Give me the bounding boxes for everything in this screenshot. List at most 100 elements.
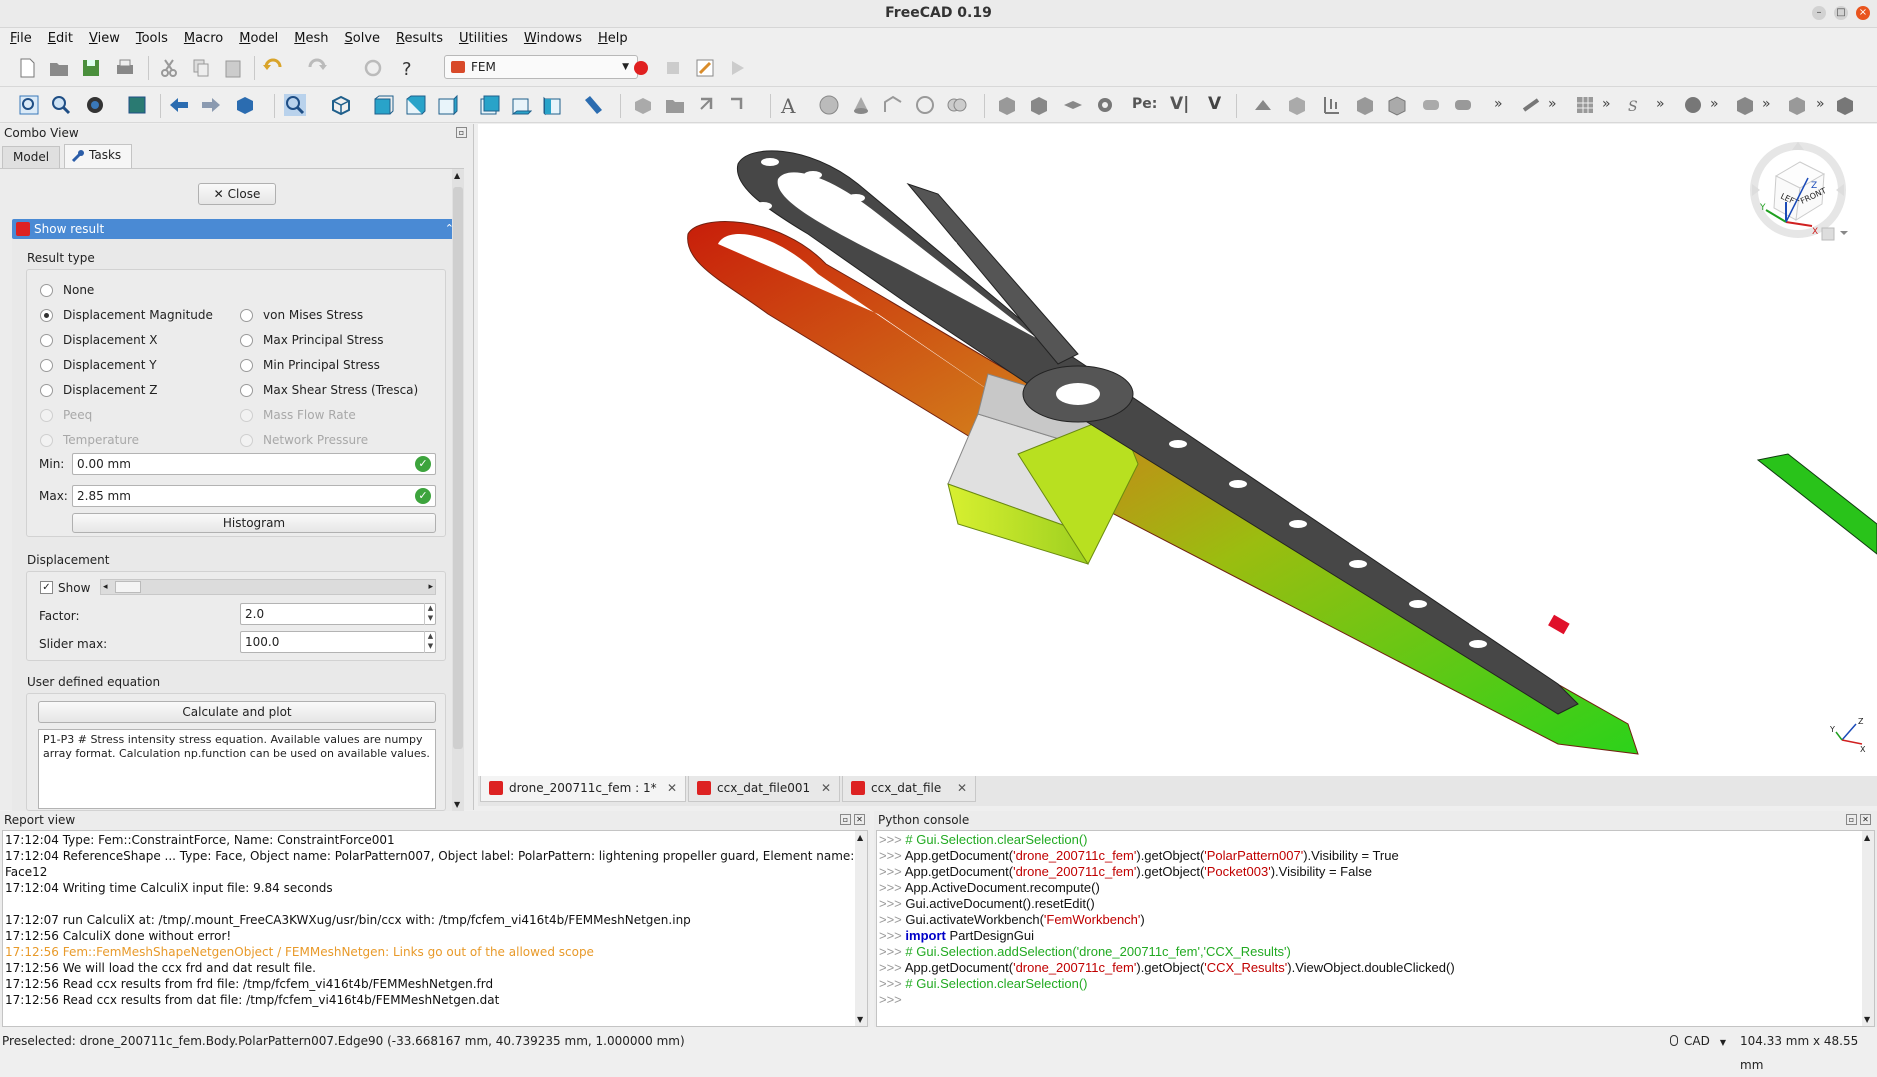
console-scrollbar[interactable]: ▲ ▼ [1862, 831, 1874, 1026]
equation-textarea[interactable]: P1-P3 # Stress intensity stress equation… [38, 729, 436, 809]
constraint-fixed-icon[interactable] [1252, 94, 1274, 116]
plate-icon[interactable] [1062, 94, 1084, 116]
fit-all-icon[interactable] [18, 94, 40, 116]
link-actions-icon[interactable] [726, 94, 748, 116]
new-file-icon[interactable] [16, 57, 38, 79]
maximize-icon[interactable]: □ [1834, 6, 1848, 20]
cut-icon[interactable] [158, 57, 180, 79]
undock-icon[interactable]: ▫ [1846, 814, 1857, 825]
view-top-icon[interactable] [404, 94, 426, 116]
close-tab-icon[interactable]: ✕ [667, 776, 677, 800]
mesh-icon[interactable] [1028, 94, 1050, 116]
radio-displacement-x[interactable]: Displacement X [40, 333, 158, 347]
radio-none[interactable]: None [40, 283, 94, 297]
menu-results[interactable]: Results [386, 28, 449, 46]
stop-macro-icon[interactable] [662, 57, 684, 79]
v-label[interactable]: V [1208, 94, 1221, 114]
undo-icon[interactable] [262, 57, 284, 79]
solver-link-icon[interactable] [1520, 94, 1542, 116]
histogram-button[interactable]: Histogram [72, 513, 436, 533]
max-field[interactable]: 2.85 mm [72, 485, 436, 507]
menu-edit[interactable]: Edit [38, 28, 79, 46]
open-folder-icon[interactable] [48, 57, 70, 79]
scroll-thumb[interactable] [453, 187, 463, 749]
scroll-down-icon[interactable]: ▼ [857, 1015, 863, 1024]
std-view-icon[interactable] [234, 94, 256, 116]
show-result-header[interactable]: Show result ⌃ [12, 219, 458, 239]
text-annotation-icon[interactable]: A [778, 94, 800, 116]
save-icon[interactable] [80, 57, 102, 79]
report-scrollbar[interactable]: ▲ ▼ [855, 831, 867, 1026]
menu-model[interactable]: Model [229, 28, 284, 46]
back-arrow-icon[interactable] [168, 94, 190, 116]
link-icon[interactable] [696, 94, 718, 116]
menu-help[interactable]: Help [588, 28, 634, 46]
material-icon[interactable] [1354, 94, 1376, 116]
toolbar-overflow-6[interactable]: » [1762, 96, 1771, 112]
tab-tasks[interactable]: Tasks [64, 144, 133, 168]
box-zoom-icon[interactable] [284, 94, 306, 116]
toolbar-overflow-3[interactable]: » [1602, 96, 1611, 112]
scroll-down-icon[interactable]: ▼ [1864, 1015, 1870, 1024]
box-icon[interactable] [996, 94, 1018, 116]
group-icon[interactable] [664, 94, 686, 116]
slider-max-spinner[interactable]: ▲ ▼ [424, 631, 436, 653]
tab-model[interactable]: Model [2, 146, 61, 168]
menu-mesh[interactable]: Mesh [284, 28, 334, 46]
whats-this-icon[interactable]: ? [398, 57, 420, 79]
slider-max-field[interactable]: 100.0 [240, 631, 436, 653]
view-rear-icon[interactable] [478, 94, 500, 116]
scroll-up-icon[interactable]: ▲ [454, 171, 460, 180]
cone-icon[interactable] [850, 94, 872, 116]
navigation-cube[interactable]: LEFT FRONT Z Y X [1736, 134, 1866, 254]
toolbar-overflow-1[interactable]: » [1494, 96, 1503, 112]
close-panel-icon[interactable]: ✕ [1860, 814, 1871, 825]
radio-displacement-magnitude[interactable]: Displacement Magnitude [40, 308, 213, 322]
loft-icon[interactable] [914, 94, 936, 116]
radio-displacement-y[interactable]: Displacement Y [40, 358, 157, 372]
view-bottom-icon[interactable] [510, 94, 532, 116]
menu-tools[interactable]: Tools [126, 28, 174, 46]
view-isometric-icon[interactable] [330, 94, 352, 116]
toolbar-overflow-5[interactable]: » [1710, 96, 1719, 112]
solver-icon[interactable]: S [1628, 94, 1650, 116]
menu-file[interactable]: File [0, 28, 38, 46]
scroll-up-icon[interactable]: ▲ [857, 833, 863, 842]
close-window-icon[interactable]: × [1856, 6, 1870, 20]
view-right-icon[interactable] [436, 94, 458, 116]
doc-tab-drone[interactable]: drone_200711c_fem : 1* ✕ [480, 776, 686, 802]
redo-icon[interactable] [306, 57, 328, 79]
run-macro-icon[interactable] [726, 57, 748, 79]
scroll-down-icon[interactable]: ▼ [454, 800, 460, 809]
gear-icon[interactable] [1094, 94, 1116, 116]
mesh-netgen-icon[interactable] [1386, 94, 1408, 116]
clipping-icon[interactable] [1682, 94, 1704, 116]
v-bar-label[interactable]: V| [1170, 94, 1189, 114]
doc-tab-ccx-dat-file[interactable]: ccx_dat_file ✕ [842, 776, 976, 802]
factor-field[interactable]: 2.0 [240, 603, 436, 625]
scroll-up-icon[interactable]: ▲ [1864, 833, 1870, 842]
close-tab-icon[interactable]: ✕ [821, 776, 831, 800]
sphere-icon[interactable] [818, 94, 840, 116]
menu-macro[interactable]: Macro [174, 28, 229, 46]
part-design-icon[interactable] [1834, 94, 1856, 116]
slider-right-arrow-icon[interactable]: ▸ [428, 580, 433, 594]
edit-macro-icon[interactable] [694, 57, 716, 79]
toolbar-overflow-2[interactable]: » [1548, 96, 1557, 112]
min-field[interactable]: 0.00 mm [72, 453, 436, 475]
undock-icon[interactable]: ▫ [456, 127, 467, 138]
minimize-icon[interactable]: – [1812, 6, 1826, 20]
constraint-force-icon[interactable] [1286, 94, 1308, 116]
copy-icon[interactable] [190, 57, 212, 79]
radio-max-shear-stress[interactable]: Max Shear Stress (Tresca) [240, 383, 418, 397]
3d-viewport[interactable]: LEFT FRONT Z Y X Z Y X [478, 124, 1877, 776]
paste-icon[interactable] [222, 57, 244, 79]
measure-icon[interactable] [582, 94, 604, 116]
constraint-pressure-icon[interactable] [1320, 94, 1342, 116]
view-left-icon[interactable] [542, 94, 564, 116]
menu-utilities[interactable]: Utilities [449, 28, 514, 46]
pe-label[interactable]: Pe: [1132, 96, 1157, 112]
radio-max-principal-stress[interactable]: Max Principal Stress [240, 333, 383, 347]
part-icon[interactable] [632, 94, 654, 116]
close-panel-icon[interactable]: ✕ [854, 814, 865, 825]
